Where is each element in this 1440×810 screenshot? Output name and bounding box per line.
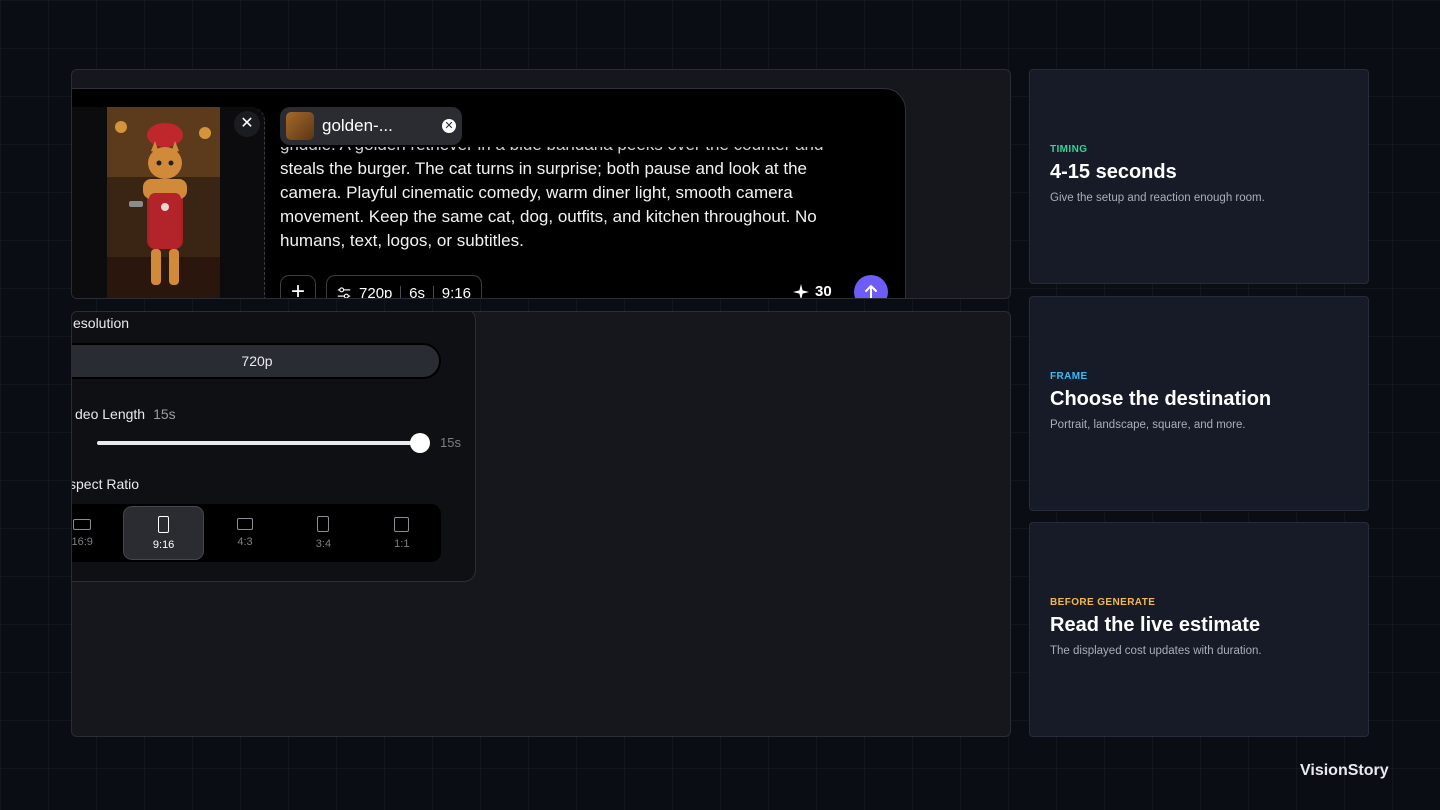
reference-image-cat-chef[interactable]: [107, 107, 220, 298]
video-settings-popover: esolution 720p deo Length15s s 15s spect…: [71, 312, 476, 582]
aspect-ratio-label: spect Ratio: [71, 476, 140, 492]
landscape-icon: [73, 518, 92, 530]
card-description: Give the setup and reaction enough room.: [1050, 192, 1265, 204]
card-description: The displayed cost updates with duration…: [1050, 645, 1262, 657]
slider-max-label: 15s: [440, 435, 461, 450]
credit-count: 30: [815, 283, 832, 299]
prompt-text[interactable]: griddle. A golden retriever in a blue ba…: [280, 147, 870, 253]
landscape-icon: [237, 518, 254, 530]
video-length-title: deo Length: [75, 406, 146, 422]
attachment-chip[interactable]: golden-... ✕: [280, 107, 462, 145]
ratio-option-3-4[interactable]: 3:4: [284, 504, 362, 562]
video-length-value: 15s: [153, 406, 176, 422]
divider: [433, 286, 434, 298]
info-card-frame: FRAME Choose the destination Portrait, l…: [1029, 296, 1369, 511]
info-card-before-generate: BEFORE GENERATE Read the live estimate T…: [1029, 522, 1369, 737]
composer-panel: ✕ golden-... ✕ griddle. A golden retriev…: [71, 69, 1011, 299]
prompt-line: camera. Playful cinematic comedy, warm d…: [280, 183, 793, 202]
sparkle-icon: [793, 283, 809, 298]
brand-logo: VisionStory: [1300, 762, 1389, 779]
video-settings-button[interactable]: 720p 6s 9:16: [326, 275, 482, 299]
ratio-option-4-3[interactable]: 4:3: [206, 504, 284, 562]
ratio-option-1-1[interactable]: 1:1: [363, 504, 441, 562]
ratio-option-9-16[interactable]: 9:16: [123, 506, 204, 560]
prompt-line-cut: griddle. A golden retriever in a blue ba…: [280, 147, 870, 157]
prompt-line: steals the burger. The cat turns in surp…: [280, 159, 808, 178]
prompt-composer: ✕ golden-... ✕ griddle. A golden retriev…: [72, 88, 906, 299]
divider: [400, 286, 402, 298]
prompt-line: movement. Keep the same cat, dog, outfit…: [280, 207, 817, 226]
video-length-label: deo Length 15s: [75, 406, 176, 422]
card-tag: BEFORE GENERATE: [1050, 597, 1156, 608]
settings-resolution: 720p: [359, 284, 393, 299]
arrow-up-icon: [865, 285, 877, 298]
settings-ratio: 9:16: [441, 284, 471, 299]
sliders-icon: [337, 287, 351, 298]
reference-image-slot: ✕: [72, 107, 265, 298]
settings-length: 6s: [409, 284, 426, 299]
ratio-label: 1:1: [394, 537, 410, 550]
card-title: Choose the destination: [1050, 388, 1272, 410]
ratio-label: 16:9: [71, 535, 93, 548]
ratio-label: 9:16: [152, 538, 175, 551]
portrait-icon: [158, 515, 170, 533]
info-card-timing: TIMING 4-15 seconds Give the setup and r…: [1029, 69, 1369, 284]
add-button[interactable]: +: [280, 275, 316, 298]
card-tag: TIMING: [1050, 144, 1088, 155]
card-description: Portrait, landscape, square, and more.: [1050, 419, 1246, 431]
remove-image-button[interactable]: ✕: [234, 111, 260, 137]
attachment-name: golden-...: [322, 116, 393, 135]
aspect-ratio-selector: 16:9 9:16 4:3 3:4 1:1: [71, 504, 441, 562]
generate-button[interactable]: [854, 275, 888, 298]
square-icon: [394, 516, 410, 532]
ratio-label: 4:3: [237, 536, 253, 548]
resolution-option-720p[interactable]: 720p: [72, 343, 441, 379]
video-length-slider-track[interactable]: [97, 441, 421, 445]
attachment-thumbnail: [286, 112, 314, 140]
card-tag: FRAME: [1050, 371, 1088, 382]
cat-chef-illustration: [107, 107, 220, 298]
resolution-label: esolution: [73, 315, 130, 331]
remove-attachment-icon[interactable]: ✕: [442, 119, 456, 133]
card-title: Read the live estimate: [1050, 614, 1261, 636]
settings-panel: esolution 720p deo Length15s s 15s spect…: [71, 311, 1011, 737]
video-length-slider-thumb[interactable]: [410, 433, 430, 453]
card-title: 4-15 seconds: [1050, 161, 1177, 183]
credit-estimate: 30: [793, 283, 832, 299]
ratio-label: 3:4: [315, 538, 332, 550]
portrait-icon: [317, 516, 330, 532]
ratio-option-16-9[interactable]: 16:9: [71, 504, 121, 562]
prompt-line: humans, text, logos, or subtitles.: [280, 231, 524, 250]
